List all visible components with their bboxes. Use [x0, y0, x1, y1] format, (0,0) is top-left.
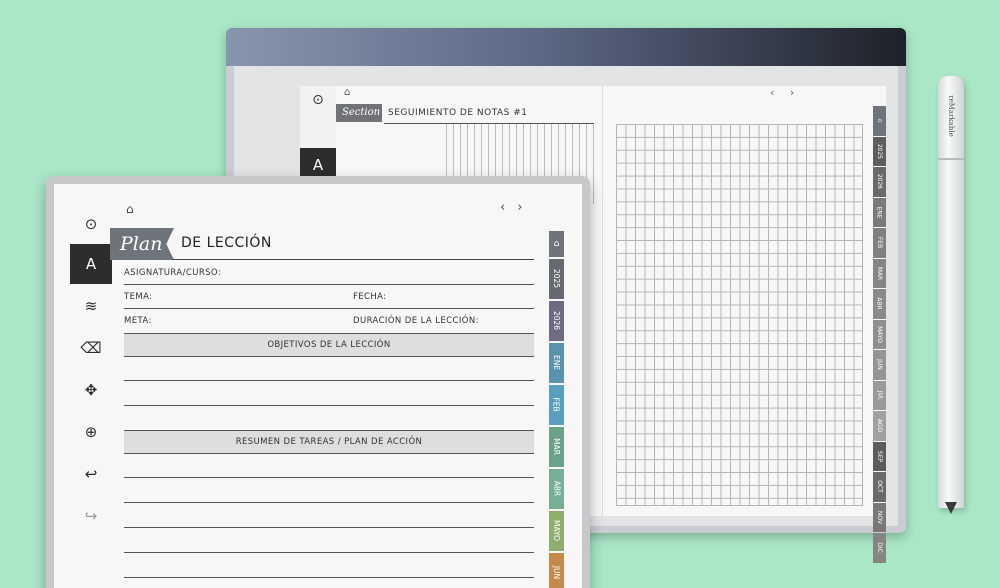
- title-rule: [172, 259, 534, 260]
- back-tab-mar[interactable]: MAR: [873, 258, 886, 288]
- pen-ring: [938, 158, 964, 160]
- stylus-pen: reMarkable: [938, 76, 964, 514]
- back-tablet-top-bezel: [226, 28, 906, 66]
- back-tab-ago[interactable]: AGO: [873, 411, 886, 441]
- front-tab-2026[interactable]: 2026: [549, 300, 564, 341]
- back-tab-dic[interactable]: DIC: [873, 533, 886, 563]
- back-tab-label: ⌂: [876, 118, 883, 123]
- back-tab-home[interactable]: ⌂: [873, 106, 886, 136]
- back-tab-label: JUN: [876, 359, 883, 371]
- back-section-banner: Section: [336, 104, 382, 122]
- summary-line[interactable]: [124, 527, 534, 528]
- objectives-line[interactable]: [124, 405, 534, 406]
- front-tab-mayo[interactable]: MAYO: [549, 510, 564, 551]
- back-tab-label: MAR: [876, 266, 884, 280]
- pen-brand-label: reMarkable: [947, 95, 955, 137]
- front-tab-label: MAYO: [552, 520, 561, 542]
- front-tab-ene[interactable]: ENE: [549, 342, 564, 383]
- back-tab-label: JUL: [875, 390, 883, 401]
- back-tab-label: 2025: [876, 143, 883, 159]
- back-tab-label: DIC: [876, 542, 883, 554]
- back-home-icon[interactable]: ⌂: [344, 87, 350, 98]
- front-tab-label: ⌂: [553, 239, 560, 249]
- plan-banner: Plan: [110, 228, 174, 260]
- back-tab-ene[interactable]: ENE: [873, 197, 886, 227]
- back-tab-label: AGO: [876, 419, 883, 433]
- back-tab-label: SEP: [876, 450, 883, 462]
- back-tab-oct[interactable]: OCT: [873, 472, 886, 502]
- undo-icon[interactable]: ↩: [70, 454, 112, 494]
- subject-label: ASIGNATURA/CURSO:: [124, 268, 222, 278]
- page-spread-divider: [602, 86, 603, 516]
- summary-line[interactable]: [124, 577, 534, 578]
- menu-icon[interactable]: ⊙: [70, 204, 112, 244]
- back-side-tabs: ⌂ 2025 2026 ENE FEB MAR ABR MAYO JUN JUL AGO SEP OCT…: [873, 106, 886, 564]
- front-tab-mar[interactable]: MAR: [549, 426, 564, 467]
- back-tab-jul[interactable]: JUL: [873, 380, 886, 410]
- front-tab-home[interactable]: ⌂: [549, 231, 564, 257]
- page-title: DE LECCIÓN: [181, 235, 272, 251]
- summary-header: RESUMEN DE TAREAS / PLAN DE ACCIÓN: [124, 430, 534, 454]
- front-tab-2025[interactable]: 2025: [549, 258, 564, 299]
- back-tab-nov[interactable]: NOV: [873, 502, 886, 532]
- topic-label: TEMA:: [124, 292, 153, 302]
- front-tab-label: ABR: [552, 481, 561, 497]
- pen-tip: [945, 502, 957, 514]
- back-tab-label: ENE: [875, 206, 883, 219]
- eraser-icon[interactable]: ⌫: [70, 328, 112, 368]
- back-tab-label: ABR: [875, 297, 883, 310]
- pen-tool-icon[interactable]: A: [70, 244, 112, 284]
- front-tab-abr[interactable]: ABR: [549, 468, 564, 509]
- goal-label: META:: [124, 316, 152, 326]
- page-nav: ‹ ›: [500, 200, 534, 215]
- move-icon[interactable]: ✥: [70, 370, 112, 410]
- front-tab-label: ENE: [552, 355, 561, 371]
- home-icon[interactable]: ⌂: [126, 202, 134, 216]
- back-page-nav[interactable]: ‹ ›: [770, 86, 800, 99]
- redo-icon[interactable]: ↪: [70, 496, 112, 536]
- summary-line[interactable]: [124, 552, 534, 553]
- front-tab-label: MAR: [552, 438, 562, 456]
- duration-label: DURACIÓN DE LA LECCIÓN:: [353, 316, 479, 326]
- back-tool-menu-icon[interactable]: ⊙: [300, 92, 336, 116]
- front-side-tabs: ⌂ 2025 2026 ENE FEB MAR ABR MAYO JUN: [549, 231, 564, 588]
- back-tab-label: MAYO: [876, 325, 883, 343]
- back-tab-feb[interactable]: FEB: [873, 228, 886, 258]
- back-tab-2026[interactable]: 2026: [873, 167, 886, 197]
- subject-rule[interactable]: [124, 284, 534, 285]
- zoom-icon[interactable]: ⊕: [70, 412, 112, 452]
- objectives-header: OBJETIVOS DE LA LECCIÓN: [124, 333, 534, 357]
- front-tab-label: FEB: [551, 397, 561, 412]
- back-tab-abr[interactable]: ABR: [873, 289, 886, 319]
- summary-line[interactable]: [124, 477, 534, 478]
- back-tab-jun[interactable]: JUN: [873, 350, 886, 380]
- front-tab-label: 2025: [552, 269, 561, 289]
- back-tab-sep[interactable]: SEP: [873, 441, 886, 471]
- back-tab-label: NOV: [876, 510, 883, 524]
- date-label: FECHA:: [353, 292, 387, 302]
- back-grid-right: [616, 124, 863, 506]
- objectives-line[interactable]: [124, 380, 534, 381]
- next-page-icon[interactable]: ›: [517, 200, 522, 215]
- back-tab-label: OCT: [875, 480, 883, 494]
- prev-page-icon[interactable]: ‹: [500, 200, 505, 215]
- topic-rule[interactable]: [124, 308, 534, 309]
- front-tab-feb[interactable]: FEB: [549, 384, 564, 425]
- line-tool-icon[interactable]: ≋: [70, 286, 112, 326]
- back-tab-label: FEB: [875, 237, 883, 249]
- back-tab-2025[interactable]: 2025: [873, 136, 886, 166]
- back-page-title: SEGUIMIENTO DE NOTAS #1: [388, 108, 528, 118]
- back-tab-label: 2026: [876, 174, 883, 190]
- summary-line[interactable]: [124, 502, 534, 503]
- front-tab-label: JUN: [552, 566, 561, 580]
- front-tab-label: 2026: [552, 311, 561, 331]
- front-tab-jun[interactable]: JUN: [549, 552, 564, 588]
- front-toolbar: ⊙ A ≋ ⌫ ✥ ⊕ ↩ ↪: [70, 204, 112, 588]
- back-tab-mayo[interactable]: MAYO: [873, 319, 886, 349]
